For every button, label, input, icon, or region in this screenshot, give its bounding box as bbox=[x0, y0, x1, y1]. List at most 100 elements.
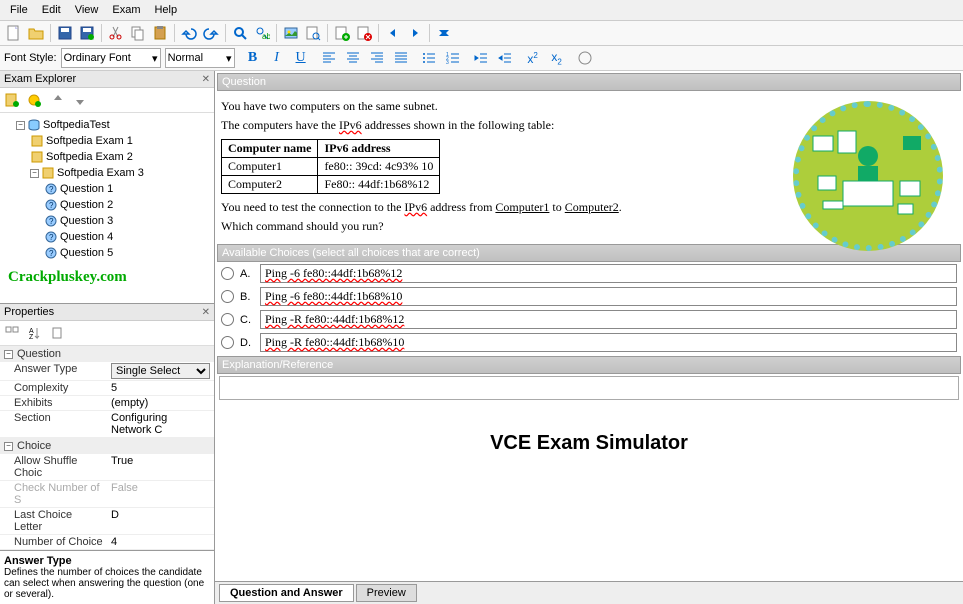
properties-panel: Properties ✕ AZ −Question Answer TypeSin… bbox=[0, 303, 214, 604]
collapse-icon[interactable]: − bbox=[30, 169, 39, 178]
choice-radio[interactable] bbox=[221, 313, 234, 326]
choices-list: A. Ping -6 fe80::44df:1b68%12 B. Ping -6… bbox=[215, 262, 963, 354]
editor-panel: Question bbox=[215, 71, 963, 604]
choice-letter: B. bbox=[240, 291, 254, 303]
svg-text:?: ? bbox=[49, 233, 54, 242]
left-panel: Exam Explorer ✕ − SoftpediaTest Softpedi… bbox=[0, 71, 215, 604]
sort-icon[interactable]: AZ bbox=[24, 323, 44, 343]
svg-text:?: ? bbox=[49, 185, 54, 194]
font-style-combo[interactable]: Ordinary Font▾ bbox=[61, 48, 161, 68]
save-as-icon[interactable] bbox=[77, 23, 97, 43]
prop-label: Check Number of S bbox=[0, 481, 107, 507]
tree-exam[interactable]: Softpedia Exam 1 bbox=[4, 133, 210, 149]
choice-text-input[interactable]: Ping -6 fe80::44df:1b68%10 bbox=[260, 287, 957, 306]
prop-value[interactable]: D bbox=[107, 508, 214, 534]
answer-type-select[interactable]: Single Select bbox=[111, 363, 210, 379]
add-question-icon[interactable] bbox=[24, 90, 44, 110]
back-icon[interactable] bbox=[383, 23, 403, 43]
align-left-icon[interactable] bbox=[319, 48, 339, 68]
cut-icon[interactable] bbox=[106, 23, 126, 43]
tree-question[interactable]: ?Question 4 bbox=[4, 229, 210, 245]
indent-icon[interactable] bbox=[495, 48, 515, 68]
align-justify-icon[interactable] bbox=[391, 48, 411, 68]
tree-exam[interactable]: − Softpedia Exam 3 bbox=[4, 165, 210, 181]
open-icon[interactable] bbox=[26, 23, 46, 43]
tree-question[interactable]: ?Question 1 bbox=[4, 181, 210, 197]
explanation-input[interactable] bbox=[219, 376, 959, 400]
add-icon[interactable] bbox=[332, 23, 352, 43]
watermark: Crackpluskey.com bbox=[4, 261, 210, 294]
new-icon[interactable] bbox=[4, 23, 24, 43]
numbering-icon[interactable]: 123 bbox=[443, 48, 463, 68]
replace-icon[interactable]: ab bbox=[252, 23, 272, 43]
settings-icon[interactable] bbox=[434, 23, 454, 43]
choice-letter: A. bbox=[240, 268, 254, 280]
menu-exam[interactable]: Exam bbox=[106, 2, 146, 18]
categorize-icon[interactable] bbox=[2, 323, 22, 343]
choice-text-input[interactable]: Ping -R fe80::44df:1b68%10 bbox=[260, 333, 957, 352]
menu-file[interactable]: File bbox=[4, 2, 34, 18]
question-table: Computer nameIPv6 address Computer1fe80:… bbox=[221, 139, 440, 194]
copy-icon[interactable] bbox=[128, 23, 148, 43]
choice-radio[interactable] bbox=[221, 290, 234, 303]
paste-icon[interactable] bbox=[150, 23, 170, 43]
prop-value[interactable]: 4 bbox=[107, 535, 214, 549]
prop-category[interactable]: −Question bbox=[0, 346, 214, 362]
align-center-icon[interactable] bbox=[343, 48, 363, 68]
tree-root[interactable]: − SoftpediaTest bbox=[4, 117, 210, 133]
add-exam-icon[interactable] bbox=[2, 90, 22, 110]
prop-label: Allow Shuffle Choic bbox=[0, 454, 107, 480]
image-icon[interactable] bbox=[281, 23, 301, 43]
prop-label: Exhibits bbox=[0, 396, 107, 410]
question-icon: ? bbox=[44, 246, 58, 260]
tab-question-answer[interactable]: Question and Answer bbox=[219, 584, 354, 602]
tree-question[interactable]: ?Question 3 bbox=[4, 213, 210, 229]
redo-icon[interactable] bbox=[201, 23, 221, 43]
choice-radio[interactable] bbox=[221, 267, 234, 280]
tree-question[interactable]: ?Question 2 bbox=[4, 197, 210, 213]
delete-icon[interactable] bbox=[354, 23, 374, 43]
menu-help[interactable]: Help bbox=[148, 2, 183, 18]
choice-text-input[interactable]: Ping -6 fe80::44df:1b68%12 bbox=[260, 264, 957, 283]
underline-button[interactable]: U bbox=[291, 48, 311, 68]
close-explorer-icon[interactable]: ✕ bbox=[202, 74, 210, 85]
symbol-icon[interactable] bbox=[575, 48, 595, 68]
italic-button[interactable]: I bbox=[267, 48, 287, 68]
menu-edit[interactable]: Edit bbox=[36, 2, 67, 18]
forward-icon[interactable] bbox=[405, 23, 425, 43]
prop-value[interactable]: 5 bbox=[107, 381, 214, 395]
tree-exam[interactable]: Softpedia Exam 2 bbox=[4, 149, 210, 165]
subscript-icon[interactable]: x2 bbox=[547, 48, 567, 68]
svg-text:3: 3 bbox=[446, 60, 449, 66]
prop-value[interactable]: (empty) bbox=[107, 396, 214, 410]
tree-question[interactable]: ?Question 5 bbox=[4, 245, 210, 261]
preview-icon[interactable] bbox=[303, 23, 323, 43]
prop-category[interactable]: −Choice bbox=[0, 438, 214, 454]
superscript-icon[interactable]: x2 bbox=[523, 48, 543, 68]
tab-preview[interactable]: Preview bbox=[356, 584, 417, 602]
collapse-icon[interactable]: − bbox=[16, 121, 25, 130]
outdent-icon[interactable] bbox=[471, 48, 491, 68]
move-down-icon[interactable] bbox=[70, 90, 90, 110]
save-icon[interactable] bbox=[55, 23, 75, 43]
choice-radio[interactable] bbox=[221, 336, 234, 349]
menu-view[interactable]: View bbox=[69, 2, 105, 18]
prop-value[interactable]: Configuring Network C bbox=[107, 411, 214, 437]
db-icon bbox=[27, 118, 41, 132]
font-weight-combo[interactable]: Normal▾ bbox=[165, 48, 235, 68]
undo-icon[interactable] bbox=[179, 23, 199, 43]
move-up-icon[interactable] bbox=[48, 90, 68, 110]
exam-icon bbox=[30, 134, 44, 148]
explorer-toolbar bbox=[0, 88, 214, 113]
menubar: File Edit View Exam Help bbox=[0, 0, 963, 21]
prop-value[interactable]: True bbox=[107, 454, 214, 480]
question-body[interactable]: You have two computers on the same subne… bbox=[215, 91, 963, 242]
font-style-label: Font Style: bbox=[4, 52, 57, 64]
choice-text-input[interactable]: Ping -R fe80::44df:1b68%12 bbox=[260, 310, 957, 329]
search-icon[interactable] bbox=[230, 23, 250, 43]
align-right-icon[interactable] bbox=[367, 48, 387, 68]
prop-pages-icon[interactable] bbox=[48, 323, 68, 343]
bold-button[interactable]: B bbox=[243, 48, 263, 68]
close-properties-icon[interactable]: ✕ bbox=[202, 307, 210, 318]
bullets-icon[interactable] bbox=[419, 48, 439, 68]
